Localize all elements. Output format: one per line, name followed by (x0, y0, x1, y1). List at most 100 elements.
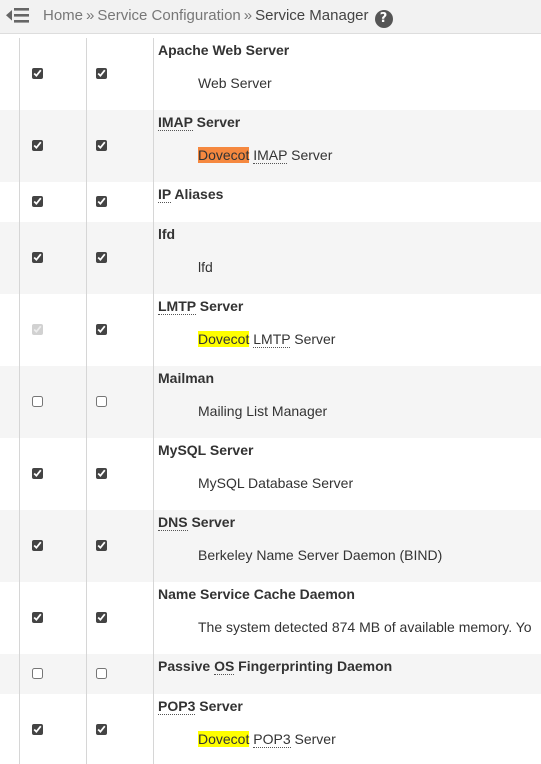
service-name: POP3 Server (158, 698, 243, 715)
service-table: Apache Web Server Web Server IMAP Server Do… (0, 38, 541, 764)
column-divider (86, 38, 87, 110)
service-row: LMTP Server Dovecot LMTP Server (0, 294, 541, 366)
breadcrumb-separator: » (86, 7, 95, 24)
enabled-checkbox[interactable] (32, 668, 43, 679)
breadcrumb-home-link[interactable]: Home (43, 7, 83, 24)
breadcrumb-service-configuration-link[interactable]: Service Configuration (97, 7, 240, 24)
service-row: DNS Server Berkeley Name Server Daemon (B… (0, 510, 541, 582)
service-row: Mailman Mailing List Manager (0, 366, 541, 438)
monitor-checkbox[interactable] (96, 252, 107, 263)
service-name: Mailman (158, 370, 215, 386)
description-text: Web Server (198, 75, 272, 91)
service-description: Dovecot IMAP Server (198, 147, 332, 164)
column-divider (86, 222, 87, 294)
column-divider (19, 438, 20, 510)
service-description: Web Server (198, 75, 272, 91)
service-description: MySQL Database Server (198, 475, 353, 491)
enabled-checkbox[interactable] (32, 140, 43, 151)
enabled-checkbox[interactable] (32, 612, 43, 623)
service-description: Dovecot LMTP Server (198, 331, 336, 348)
monitor-checkbox[interactable] (96, 468, 107, 479)
column-divider (86, 182, 87, 222)
service-description: Berkeley Name Server Daemon (BIND) (198, 547, 442, 563)
column-divider (86, 510, 87, 582)
column-divider (153, 654, 154, 694)
column-divider (153, 182, 154, 222)
menu-collapse-icon[interactable] (5, 5, 29, 25)
column-divider (86, 366, 87, 438)
column-divider (86, 582, 87, 654)
column-divider (86, 438, 87, 510)
column-divider (19, 38, 20, 110)
description-text: Server (290, 731, 336, 747)
column-divider (153, 294, 154, 366)
monitor-checkbox[interactable] (96, 196, 107, 207)
top-bar: Home» Service Configuration» Service Manag… (0, 0, 541, 34)
service-name: Apache Web Server (158, 42, 290, 58)
service-name: lfd (158, 226, 176, 242)
description-text: Server (290, 331, 336, 347)
column-divider (153, 582, 154, 654)
enabled-checkbox[interactable] (32, 68, 43, 79)
service-name: IMAP Server (158, 114, 241, 131)
enabled-checkbox[interactable] (32, 468, 43, 479)
monitor-checkbox[interactable] (96, 68, 107, 79)
column-divider (19, 510, 20, 582)
description-text: Berkeley Name Server Daemon (BIND) (198, 547, 443, 563)
service-name: MySQL Server (158, 442, 254, 458)
service-name-rest: Server (192, 114, 241, 130)
service-name-abbreviation: LMTP (158, 298, 196, 315)
column-divider (153, 38, 154, 110)
monitor-checkbox[interactable] (96, 396, 107, 407)
service-row: Name Service Cache Daemon The system dete… (0, 582, 541, 654)
monitor-checkbox[interactable] (96, 540, 107, 551)
monitor-checkbox[interactable] (96, 140, 107, 151)
column-divider (19, 654, 20, 694)
enabled-checkbox[interactable] (32, 252, 43, 263)
description-text: The system detected 874 MB of available … (198, 619, 532, 635)
monitor-checkbox[interactable] (96, 668, 107, 679)
highlighted-term: Dovecot (198, 731, 250, 747)
enabled-checkbox (32, 324, 43, 335)
service-name-prefix: Passive (158, 658, 215, 674)
service-name: DNS Server (158, 514, 236, 531)
help-icon[interactable]: ? (374, 10, 393, 28)
column-divider (153, 110, 154, 182)
service-name-abbreviation: DNS (158, 514, 188, 531)
monitor-checkbox[interactable] (96, 324, 107, 335)
service-name: Passive OS Fingerprinting Daemon (158, 658, 393, 675)
column-divider (19, 222, 20, 294)
column-divider (19, 182, 20, 222)
service-row: lfd lfd (0, 222, 541, 294)
description-text: lfd (198, 259, 213, 275)
column-divider (153, 438, 154, 510)
monitor-checkbox[interactable] (96, 612, 107, 623)
service-name-rest: Fingerprinting Daemon (234, 658, 393, 674)
enabled-checkbox[interactable] (32, 724, 43, 735)
service-name-abbreviation: OS (214, 658, 235, 675)
column-divider (86, 654, 87, 694)
description-text: Mailing List Manager (198, 403, 328, 419)
service-name-rest: Server (187, 514, 236, 530)
service-name-rest: Server (195, 698, 243, 714)
highlighted-term: Dovecot (198, 147, 250, 163)
service-name-rest: Aliases (170, 186, 224, 202)
column-divider (86, 294, 87, 366)
column-divider (153, 694, 154, 764)
column-divider (153, 222, 154, 294)
column-divider (19, 110, 20, 182)
service-row: IP Aliases (0, 182, 541, 222)
column-divider (86, 694, 87, 764)
column-divider (153, 366, 154, 438)
service-name: LMTP Server (158, 298, 243, 315)
enabled-checkbox[interactable] (32, 196, 43, 207)
monitor-checkbox[interactable] (96, 724, 107, 735)
breadcrumb: Home» Service Configuration» Service Manag… (43, 7, 393, 28)
enabled-checkbox[interactable] (32, 396, 43, 407)
service-row: Passive OS Fingerprinting Daemon (0, 654, 541, 694)
column-divider (19, 582, 20, 654)
service-name: IP Aliases (158, 186, 224, 203)
column-divider (153, 510, 154, 582)
service-description: Dovecot POP3 Server (198, 731, 336, 748)
enabled-checkbox[interactable] (32, 540, 43, 551)
